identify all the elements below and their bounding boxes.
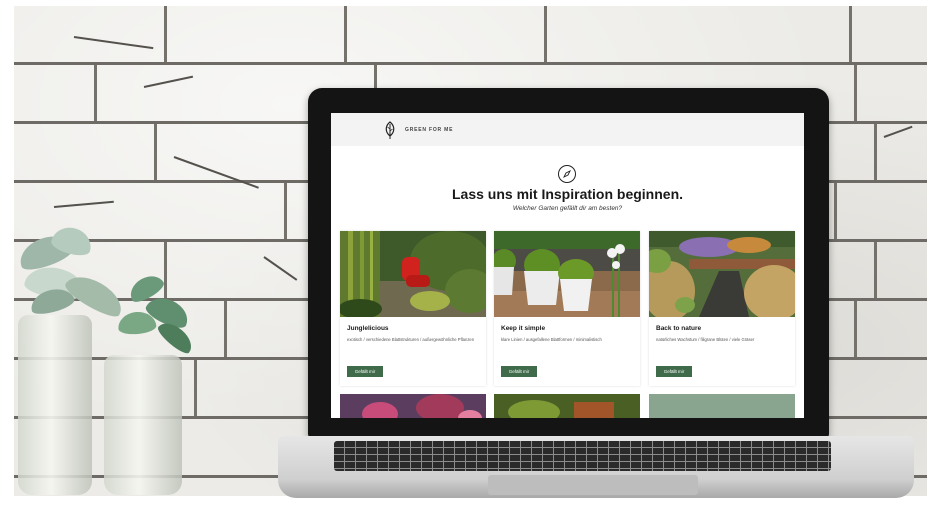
like-button[interactable]: Gefällt mir <box>501 366 537 377</box>
brand-name[interactable]: GREEN FOR ME <box>405 127 453 133</box>
card-image-jungle <box>340 231 486 317</box>
card-image-nature <box>649 231 795 317</box>
photo-frame: GREEN FOR ME Lass uns mit Inspiration be… <box>0 0 941 517</box>
card-image-simple <box>494 231 640 317</box>
card-title: Keep it simple <box>501 325 546 332</box>
laptop-keyboard <box>334 441 831 471</box>
leaf-icon[interactable] <box>383 120 397 139</box>
garden-card-partial-2[interactable] <box>494 394 640 418</box>
card-description: klare Linien / ausgefallene Blattformen … <box>501 337 602 342</box>
card-description: exotisch / verschiedene Blattstrukturen … <box>347 337 475 342</box>
garden-card-partial-1[interactable] <box>340 394 486 418</box>
garden-card-back-to-nature[interactable]: Back to nature natürliches Wachstum / fi… <box>649 231 795 386</box>
card-description: natürliches Wachstum / filigrane Blüten … <box>656 337 755 342</box>
site-header: GREEN FOR ME <box>331 113 804 146</box>
like-button[interactable]: Gefällt mir <box>656 366 692 377</box>
page-title: Lass uns mit Inspiration beginnen. <box>451 186 684 202</box>
like-button[interactable]: Gefällt mir <box>347 366 383 377</box>
garden-card-junglelicious[interactable]: Junglelicious exotisch / verschiedene Bl… <box>340 231 486 386</box>
page-subtitle: Welcher Garten gefällt dir am besten? <box>512 205 623 212</box>
garden-card-partial-3[interactable] <box>649 394 795 418</box>
card-title: Back to nature <box>656 325 702 332</box>
card-title: Junglelicious <box>347 325 389 332</box>
website-screen: GREEN FOR ME Lass uns mit Inspiration be… <box>331 113 804 418</box>
compass-icon <box>558 165 576 183</box>
garden-card-keep-it-simple[interactable]: Keep it simple klare Linien / ausgefalle… <box>494 231 640 386</box>
laptop-trackpad <box>488 475 698 495</box>
